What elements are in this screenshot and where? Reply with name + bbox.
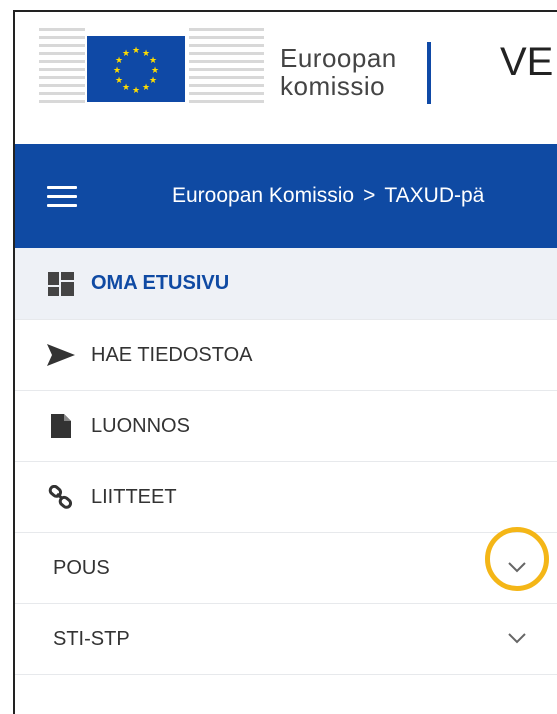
eu-flag-icon: ★ ★ ★ ★ ★ ★ ★ ★ ★ ★ ★ ★ <box>87 36 185 102</box>
menu-item-attachments[interactable]: LIITTEET <box>15 462 557 533</box>
breadcrumb-item-commission[interactable]: Euroopan Komissio <box>172 184 354 207</box>
svg-text:★: ★ <box>132 46 140 56</box>
hamburger-menu-icon[interactable] <box>47 186 77 208</box>
logo-divider <box>427 42 431 104</box>
menu-item-dashboard[interactable]: OMA ETUSIVU <box>15 248 557 320</box>
svg-text:★: ★ <box>132 86 140 96</box>
menu-item-draft[interactable]: LUONNOS <box>15 391 557 462</box>
site-header: ★ ★ ★ ★ ★ ★ ★ ★ ★ ★ ★ ★ Euroopan komissio VE <box>15 12 557 144</box>
breadcrumb-item-taxud[interactable]: TAXUD-pä <box>384 184 484 207</box>
logo-line-2: komissio <box>280 71 386 101</box>
dashboard-icon <box>45 271 77 297</box>
document-icon <box>45 413 77 439</box>
breadcrumb: Euroopan Komissio > TAXUD-pä <box>172 184 484 208</box>
page-title: VE <box>500 40 554 84</box>
chevron-down-icon[interactable] <box>505 555 529 579</box>
commission-logo-text: Euroopan komissio <box>280 44 397 100</box>
menu-item-label: OMA ETUSIVU <box>91 272 230 294</box>
menu-group-sti-stp[interactable]: STI-STP <box>15 604 557 675</box>
menu-item-label: LIITTEET <box>91 485 177 508</box>
menu-group-pous[interactable]: POUS <box>15 527 557 604</box>
svg-text:★: ★ <box>151 66 159 76</box>
svg-text:★: ★ <box>113 66 121 76</box>
menu-item-search-file[interactable]: HAE TIEDOSTOA <box>15 320 557 391</box>
svg-text:★: ★ <box>122 83 130 93</box>
menu-item-label: HAE TIEDOSTOA <box>91 343 253 366</box>
svg-text:★: ★ <box>122 49 130 59</box>
menu-group-label: POUS <box>53 556 110 579</box>
svg-text:★: ★ <box>149 56 157 66</box>
menu-group-label: STI-STP <box>53 627 130 650</box>
side-menu: OMA ETUSIVU HAE TIEDOSTOA LUONNOS LIITTE… <box>15 248 557 675</box>
logo-line-1: Euroopan <box>280 43 397 73</box>
breadcrumb-separator: > <box>363 184 376 207</box>
svg-text:★: ★ <box>149 76 157 86</box>
svg-text:★: ★ <box>115 76 123 86</box>
app-frame: ★ ★ ★ ★ ★ ★ ★ ★ ★ ★ ★ ★ Euroopan komissio VE Eur… <box>13 10 557 714</box>
menu-item-label: LUONNOS <box>91 414 190 437</box>
chevron-down-icon[interactable] <box>505 626 529 650</box>
svg-text:★: ★ <box>142 83 150 93</box>
link-icon <box>45 484 77 510</box>
top-navbar: Euroopan Komissio > TAXUD-pä <box>15 144 557 248</box>
send-icon <box>45 342 77 368</box>
